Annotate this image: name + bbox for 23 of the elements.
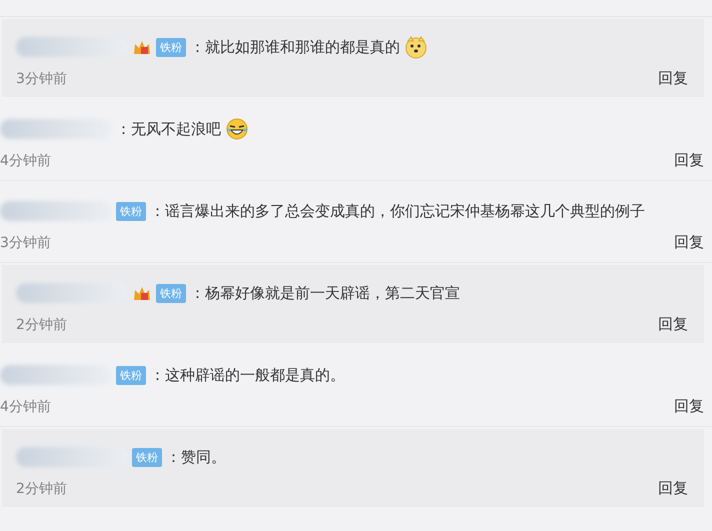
fan-badge: 铁粉 [132, 448, 162, 466]
comment-time: 3分钟前 [16, 70, 67, 88]
comment-text: ：杨幂好像就是前一天辟谣，第二天官宣 [190, 284, 460, 302]
fan-badge: 铁粉 [156, 38, 186, 56]
reply-link[interactable]: 回复 [658, 479, 688, 498]
reply-link[interactable]: 回复 [674, 397, 704, 416]
comment-text: ：谣言爆出来的多了总会变成真的，你们忘记宋仲基杨幂这几个典型的例子 [150, 202, 645, 220]
fan-badge: 铁粉 [116, 202, 146, 220]
comment-time: 4分钟前 [0, 152, 51, 170]
reply-link[interactable]: 回复 [658, 69, 688, 88]
reply-link[interactable]: 回复 [658, 315, 688, 334]
reply-link[interactable]: 回复 [674, 151, 704, 170]
comment-time: 4分钟前 [0, 398, 51, 416]
comment-time: 2分钟前 [16, 480, 67, 498]
fan-badge: 铁粉 [156, 284, 186, 302]
comment-text: ：就比如那谁和那谁的都是真的 [190, 38, 400, 56]
comment-text: ：赞同。 [166, 448, 226, 466]
comment-text: ：无风不起浪吧 [116, 120, 221, 138]
fan-badge: 铁粉 [116, 366, 146, 384]
comment-time: 3分钟前 [0, 234, 51, 252]
reply-link[interactable]: 回复 [674, 233, 704, 252]
comment-text: ：这种辟谣的一般都是真的。 [150, 366, 345, 384]
comment-time: 2分钟前 [16, 316, 67, 334]
